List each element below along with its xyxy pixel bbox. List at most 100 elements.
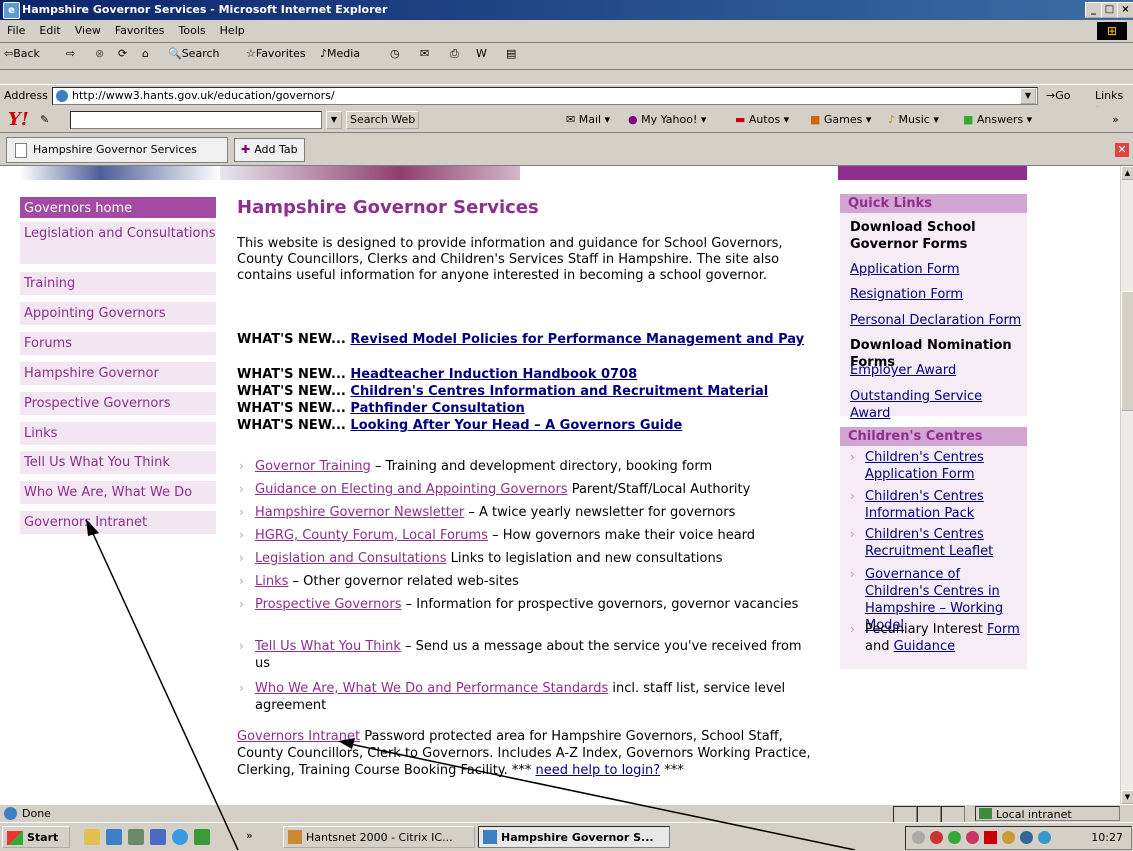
music-button[interactable]: ♪ Music ▾ bbox=[888, 113, 939, 126]
whats-new-link[interactable]: Children's Centres Information and Recru… bbox=[350, 384, 768, 399]
pencil-icon[interactable]: ✎ bbox=[40, 113, 49, 126]
nav-hampshire-governor[interactable]: Hampshire Governor bbox=[20, 362, 216, 385]
help-icon[interactable] bbox=[150, 829, 166, 845]
menu-view[interactable]: View bbox=[68, 20, 108, 41]
whats-new-link[interactable]: Pathfinder Consultation bbox=[350, 401, 524, 416]
games-button[interactable]: ■ Games ▾ bbox=[810, 113, 871, 126]
list-item-link[interactable]: Guidance on Electing and Appointing Gove… bbox=[255, 482, 568, 497]
task-citrix[interactable]: Hantsnet 2000 - Citrix IC... bbox=[283, 826, 475, 848]
network-icon[interactable] bbox=[128, 829, 144, 845]
help-login-link[interactable]: need help to login? bbox=[536, 763, 661, 778]
list-item-link[interactable]: Legislation and Consultations bbox=[255, 551, 446, 566]
ie-quicklaunch-icon[interactable] bbox=[172, 829, 188, 845]
tray-icon[interactable] bbox=[930, 831, 943, 844]
app-icon[interactable] bbox=[194, 829, 210, 845]
list-item-link[interactable]: Links bbox=[255, 574, 288, 589]
tray-icon[interactable] bbox=[948, 831, 961, 844]
scroll-up-icon[interactable]: ▲ bbox=[1121, 166, 1133, 180]
nav-legislation[interactable]: Legislation and Consultations bbox=[20, 222, 216, 264]
address-input[interactable]: http://www3.hants.gov.uk/education/gover… bbox=[52, 87, 1038, 105]
forward-button[interactable]: ⇨ bbox=[66, 47, 75, 60]
list-item-link[interactable]: Who We Are, What We Do and Performance S… bbox=[255, 681, 608, 696]
home-icon[interactable]: ⌂ bbox=[142, 47, 149, 60]
whats-new-link[interactable]: Revised Model Policies for Performance M… bbox=[350, 332, 804, 347]
search-button[interactable]: 🔍Search bbox=[168, 47, 220, 60]
cc-recruitment-link[interactable]: Children's Centres Recruitment Leaflet bbox=[865, 527, 993, 559]
mail-icon[interactable]: ✉ bbox=[420, 47, 429, 60]
yahoo-search-dropdown-icon[interactable]: ▼ bbox=[326, 111, 342, 129]
nav-training[interactable]: Training bbox=[20, 272, 216, 295]
list-item-link[interactable]: Prospective Governors bbox=[255, 597, 401, 612]
task-ie[interactable]: Hampshire Governor S... bbox=[478, 826, 670, 848]
network-tray-icon[interactable] bbox=[1038, 831, 1051, 844]
list-item-link[interactable]: Governor Training bbox=[255, 459, 371, 474]
go-button[interactable]: →Go bbox=[1046, 89, 1070, 102]
tray-icon[interactable] bbox=[966, 831, 979, 844]
refresh-icon[interactable]: ⟳ bbox=[118, 47, 127, 60]
add-tab-button[interactable]: ✚ Add Tab bbox=[234, 138, 305, 162]
outstanding-service-link[interactable]: Outstanding Service Award bbox=[850, 389, 982, 421]
search-web-button[interactable]: Search Web bbox=[346, 111, 420, 129]
personal-declaration-link[interactable]: Personal Declaration Form bbox=[850, 313, 1021, 328]
minimize-button[interactable]: _ bbox=[1085, 2, 1102, 18]
menu-help[interactable]: Help bbox=[213, 20, 252, 41]
history-icon[interactable]: ◷ bbox=[390, 47, 400, 60]
maximize-button[interactable]: □ bbox=[1101, 2, 1118, 18]
cc-information-link[interactable]: Children's Centres Information Pack bbox=[865, 489, 984, 521]
discuss-icon[interactable]: ▤ bbox=[506, 47, 516, 60]
nav-forums[interactable]: Forums bbox=[20, 332, 216, 355]
yahoo-logo[interactable]: Y! bbox=[8, 109, 29, 130]
nav-prospective-governors[interactable]: Prospective Governors bbox=[20, 392, 216, 415]
nav-appointing-governors[interactable]: Appointing Governors bbox=[20, 302, 216, 325]
tray-icon[interactable] bbox=[1020, 831, 1033, 844]
folder-icon[interactable] bbox=[84, 829, 100, 845]
scroll-down-icon[interactable]: ▼ bbox=[1121, 790, 1133, 804]
media-button[interactable]: ♪Media bbox=[320, 47, 360, 60]
desktop-icon[interactable] bbox=[106, 829, 122, 845]
menu-tools[interactable]: Tools bbox=[172, 20, 213, 41]
answers-button[interactable]: ■ Answers ▾ bbox=[963, 113, 1032, 126]
close-button[interactable]: × bbox=[1117, 2, 1133, 18]
clock-tray-icon[interactable] bbox=[912, 831, 925, 844]
nav-who-we-are[interactable]: Who We Are, What We Do bbox=[20, 481, 216, 504]
intranet-link[interactable]: Governors Intranet bbox=[237, 729, 360, 744]
cc-application-link[interactable]: Children's Centres Application Form bbox=[865, 450, 984, 482]
employer-award-link[interactable]: Employer Award bbox=[850, 363, 956, 378]
nav-tell-us[interactable]: Tell Us What You Think bbox=[20, 451, 216, 474]
tab-current[interactable]: Hampshire Governor Services bbox=[6, 137, 228, 163]
nav-governors-home[interactable]: Governors home bbox=[20, 197, 216, 218]
pecuniary-guidance-link[interactable]: Guidance bbox=[894, 639, 956, 654]
nav-links[interactable]: Links bbox=[20, 422, 216, 445]
list-item-link[interactable]: Hampshire Governor Newsletter bbox=[255, 505, 464, 520]
resignation-form-link[interactable]: Resignation Form bbox=[850, 287, 963, 302]
list-item-link[interactable]: HGRG, County Forum, Local Forums bbox=[255, 528, 488, 543]
autos-button[interactable]: ▬ Autos ▾ bbox=[735, 113, 789, 126]
tray-icon[interactable] bbox=[1002, 831, 1015, 844]
address-dropdown-icon[interactable]: ▼ bbox=[1020, 88, 1036, 104]
close-tab-icon[interactable]: ✕ bbox=[1115, 143, 1129, 157]
my-yahoo-button[interactable]: ● My Yahoo! ▾ bbox=[628, 113, 706, 126]
stop-icon[interactable]: ⊗ bbox=[95, 47, 104, 60]
vertical-scrollbar[interactable]: ▲ ▼ bbox=[1120, 166, 1133, 804]
menu-edit[interactable]: Edit bbox=[32, 20, 67, 41]
print-icon[interactable]: ⎙ bbox=[450, 47, 459, 61]
whats-new-link[interactable]: Headteacher Induction Handbook 0708 bbox=[350, 367, 637, 382]
favorites-button[interactable]: ☆Favorites bbox=[246, 47, 306, 60]
tray-icon[interactable] bbox=[984, 831, 997, 844]
back-button[interactable]: ⇦Back bbox=[4, 47, 40, 60]
menu-file[interactable]: File bbox=[0, 20, 32, 41]
add-tab-label: Add Tab bbox=[254, 143, 298, 156]
toolbar-overflow-icon[interactable]: » bbox=[1112, 113, 1119, 126]
edit-icon[interactable]: W bbox=[476, 47, 487, 60]
application-form-link[interactable]: Application Form bbox=[850, 262, 960, 277]
quicklaunch-chevron[interactable]: » bbox=[246, 829, 253, 842]
nav-governors-intranet[interactable]: Governors Intranet bbox=[20, 511, 216, 534]
start-button[interactable]: Start bbox=[2, 826, 70, 848]
menu-favorites[interactable]: Favorites bbox=[108, 20, 172, 41]
whats-new-link[interactable]: Looking After Your Head – A Governors Gu… bbox=[350, 418, 682, 433]
yahoo-search-input[interactable] bbox=[70, 111, 322, 129]
list-item-link[interactable]: Tell Us What You Think bbox=[255, 639, 401, 654]
pecuniary-form-link[interactable]: Form bbox=[987, 622, 1020, 637]
mail-button[interactable]: ✉ Mail ▾ bbox=[566, 113, 610, 126]
scroll-thumb[interactable] bbox=[1121, 291, 1133, 411]
